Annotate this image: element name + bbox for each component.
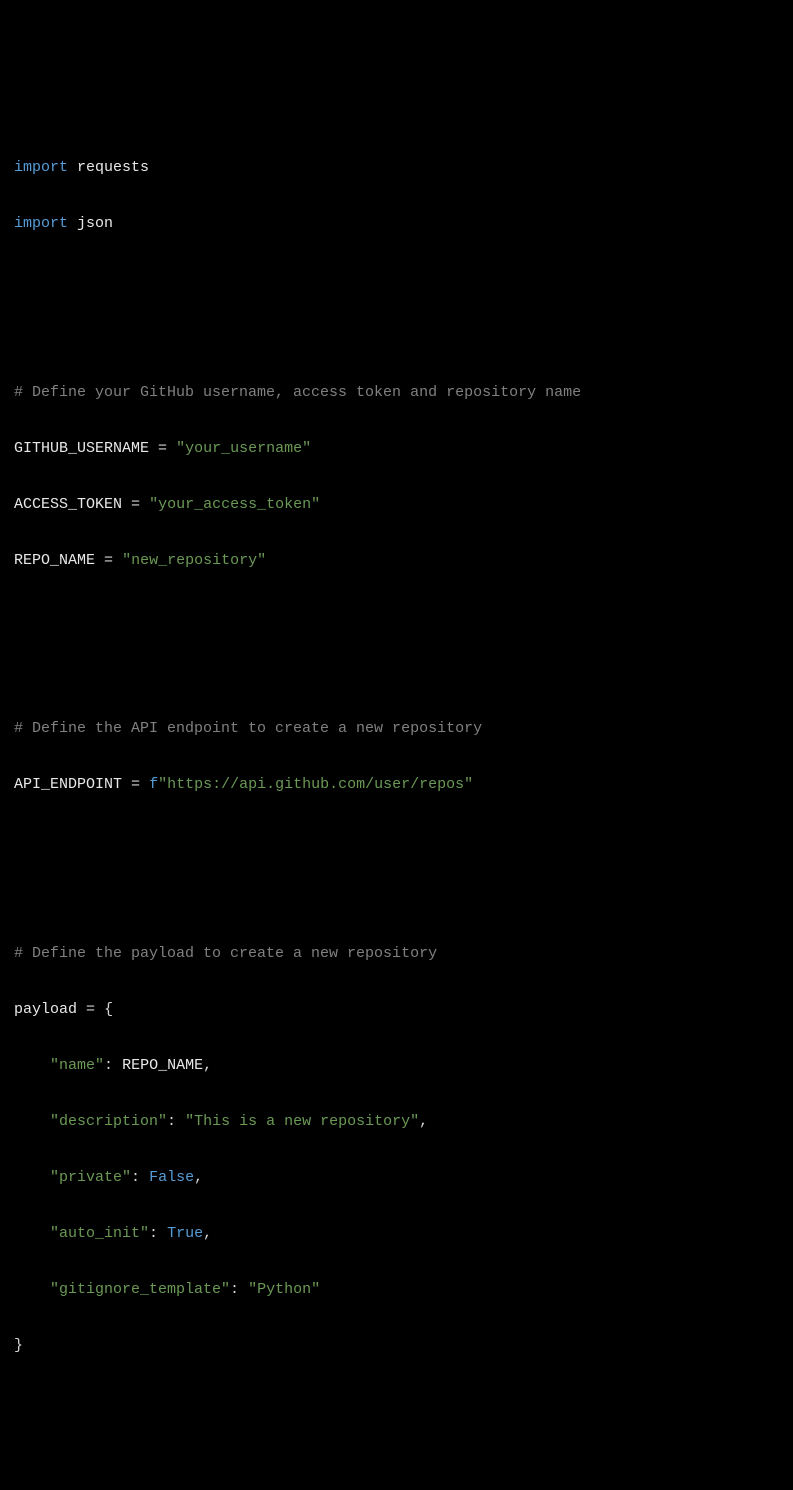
- indent: [14, 1225, 50, 1242]
- colon: :: [230, 1281, 239, 1298]
- code-line: payload = {: [14, 996, 779, 1024]
- operator: =: [104, 552, 113, 569]
- indent: [14, 1057, 50, 1074]
- keyword-import: import: [14, 159, 68, 176]
- indent: [14, 1113, 50, 1130]
- string-literal: "new_repository": [122, 552, 266, 569]
- comma: ,: [194, 1169, 203, 1186]
- f-prefix: f: [149, 776, 158, 793]
- code-line: API_ENDPOINT = f"https://api.github.com/…: [14, 771, 779, 799]
- variable: API_ENDPOINT: [14, 776, 122, 793]
- blank-line: [14, 266, 779, 294]
- string-literal: "https://api.github.com/user/repos": [158, 776, 473, 793]
- code-line: GITHUB_USERNAME = "your_username": [14, 435, 779, 463]
- code-line: # Define your GitHub username, access to…: [14, 379, 779, 407]
- string-literal: "This is a new repository": [185, 1113, 419, 1130]
- variable: GITHUB_USERNAME: [14, 440, 149, 457]
- indent: [14, 1169, 50, 1186]
- indent: [14, 1281, 50, 1298]
- module-name: requests: [77, 159, 149, 176]
- module-name: json: [77, 215, 113, 232]
- code-line: # Define the API endpoint to create a ne…: [14, 715, 779, 743]
- blank-line: [14, 323, 779, 351]
- boolean-literal: False: [149, 1169, 194, 1186]
- string-literal: "Python": [248, 1281, 320, 1298]
- dict-key: "private": [50, 1169, 131, 1186]
- blank-line: [14, 603, 779, 631]
- code-line: "gitignore_template": "Python": [14, 1276, 779, 1304]
- brace: {: [104, 1001, 113, 1018]
- string-literal: "your_username": [176, 440, 311, 457]
- variable: ACCESS_TOKEN: [14, 496, 122, 513]
- comma: ,: [419, 1113, 428, 1130]
- colon: :: [149, 1225, 158, 1242]
- colon: :: [131, 1169, 140, 1186]
- code-line: "private": False,: [14, 1164, 779, 1192]
- dict-key: "description": [50, 1113, 167, 1130]
- code-line: "description": "This is a new repository…: [14, 1108, 779, 1136]
- blank-line: [14, 827, 779, 855]
- code-line: "name": REPO_NAME,: [14, 1052, 779, 1080]
- blank-line: [14, 883, 779, 911]
- code-line: import requests: [14, 154, 779, 182]
- variable: payload: [14, 1001, 77, 1018]
- comment: # Define the payload to create a new rep…: [14, 945, 437, 962]
- variable: REPO_NAME: [14, 552, 95, 569]
- dict-key: "gitignore_template": [50, 1281, 230, 1298]
- variable-ref: REPO_NAME: [122, 1057, 203, 1074]
- operator: =: [86, 1001, 95, 1018]
- operator: =: [131, 776, 140, 793]
- code-block: import requests import json # Define you…: [14, 126, 779, 1490]
- code-line: "auto_init": True,: [14, 1220, 779, 1248]
- operator: =: [131, 496, 140, 513]
- code-line: import json: [14, 210, 779, 238]
- brace: }: [14, 1337, 23, 1354]
- code-line: }: [14, 1332, 779, 1360]
- code-line: REPO_NAME = "new_repository": [14, 547, 779, 575]
- code-line: # Define the payload to create a new rep…: [14, 940, 779, 968]
- comma: ,: [203, 1057, 212, 1074]
- comment: # Define the API endpoint to create a ne…: [14, 720, 482, 737]
- blank-line: [14, 1388, 779, 1416]
- string-literal: "your_access_token": [149, 496, 320, 513]
- dict-key: "auto_init": [50, 1225, 149, 1242]
- dict-key: "name": [50, 1057, 104, 1074]
- boolean-literal: True: [167, 1225, 203, 1242]
- keyword-import: import: [14, 215, 68, 232]
- comma: ,: [203, 1225, 212, 1242]
- blank-line: [14, 659, 779, 687]
- operator: =: [158, 440, 167, 457]
- comment: # Define your GitHub username, access to…: [14, 384, 581, 401]
- colon: :: [167, 1113, 176, 1130]
- code-line: ACCESS_TOKEN = "your_access_token": [14, 491, 779, 519]
- blank-line: [14, 1444, 779, 1472]
- colon: :: [104, 1057, 113, 1074]
